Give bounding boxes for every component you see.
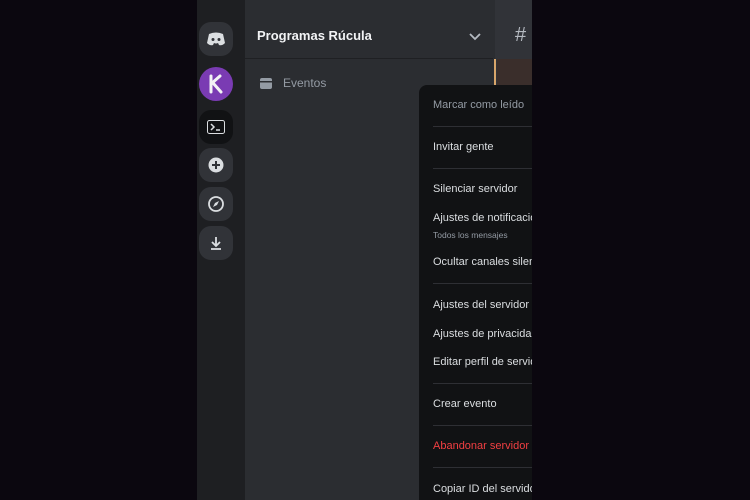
add-server-button[interactable] <box>199 148 233 182</box>
mark-as-read-item[interactable]: Marcar como leído <box>433 99 532 111</box>
create-event-label: Crear evento <box>433 398 497 410</box>
add-server-icon <box>208 157 224 173</box>
notification-settings-label: Ajustes de notificaciones <box>433 212 532 224</box>
chevron-down-icon <box>469 28 481 46</box>
discord-window: Programas Rúcula Eventos # Marcar como l… <box>197 0 532 500</box>
server-settings-label: Ajustes del servidor <box>433 299 529 311</box>
menu-separator <box>433 425 532 426</box>
mark-as-read-label: Marcar como leído <box>433 99 525 111</box>
mute-server-label: Silenciar servidor <box>433 183 518 195</box>
menu-separator <box>433 383 532 384</box>
server-header[interactable]: Programas Rúcula <box>245 12 493 59</box>
explore-icon <box>208 196 224 212</box>
hide-muted-channels-item[interactable]: Ocultar canales silenciados <box>433 256 532 268</box>
server-rail <box>197 0 245 500</box>
hide-muted-channels-label: Ocultar canales silenciados <box>433 256 532 268</box>
edit-server-profile-item[interactable]: Editar perfil de servidor <box>433 356 532 368</box>
leave-server-label: Abandonar servidor <box>433 440 530 452</box>
server-terminal[interactable] <box>199 110 233 144</box>
invite-people-label: Invitar gente <box>433 141 494 153</box>
explore-button[interactable] <box>199 187 233 221</box>
notification-settings-sublabel: Todos los mensajes <box>433 230 508 240</box>
privacy-settings-label: Ajustes de privacidad <box>433 328 532 340</box>
menu-separator <box>433 467 532 468</box>
leave-server-item[interactable]: Abandonar servidor <box>433 440 532 452</box>
server-k-icon <box>205 73 227 95</box>
copy-server-id-label: Copiar ID del servidor <box>433 483 532 495</box>
menu-separator <box>433 126 532 127</box>
channel-hash-icon: # <box>515 24 527 46</box>
mute-server-item[interactable]: Silenciar servidor <box>433 183 532 195</box>
menu-separator <box>433 168 532 169</box>
download-icon <box>208 235 224 251</box>
discord-icon <box>206 32 226 46</box>
server-name: Programas Rúcula <box>257 28 372 43</box>
edit-server-profile-label: Editar perfil de servidor <box>433 356 532 368</box>
download-apps-button[interactable] <box>199 226 233 260</box>
menu-separator <box>433 283 532 284</box>
server-context-menu: Marcar como leído Invitar gente Silencia… <box>419 85 532 500</box>
chat-header: # <box>497 12 532 58</box>
create-event-item[interactable]: Crear evento <box>433 398 532 410</box>
events-label: Eventos <box>283 76 327 90</box>
privacy-settings-item[interactable]: Ajustes de privacidad <box>433 328 532 340</box>
calendar-icon <box>259 76 273 95</box>
notification-settings-item[interactable]: Ajustes de notificaciones <box>433 212 532 224</box>
discord-home-button[interactable] <box>199 22 233 56</box>
invite-people-item[interactable]: Invitar gente <box>433 141 532 153</box>
terminal-icon <box>207 120 225 134</box>
server-settings-item[interactable]: Ajustes del servidor <box>433 299 532 311</box>
server-programas-rucula[interactable] <box>199 67 233 101</box>
copy-server-id-item[interactable]: Copiar ID del servidor <box>433 483 532 495</box>
